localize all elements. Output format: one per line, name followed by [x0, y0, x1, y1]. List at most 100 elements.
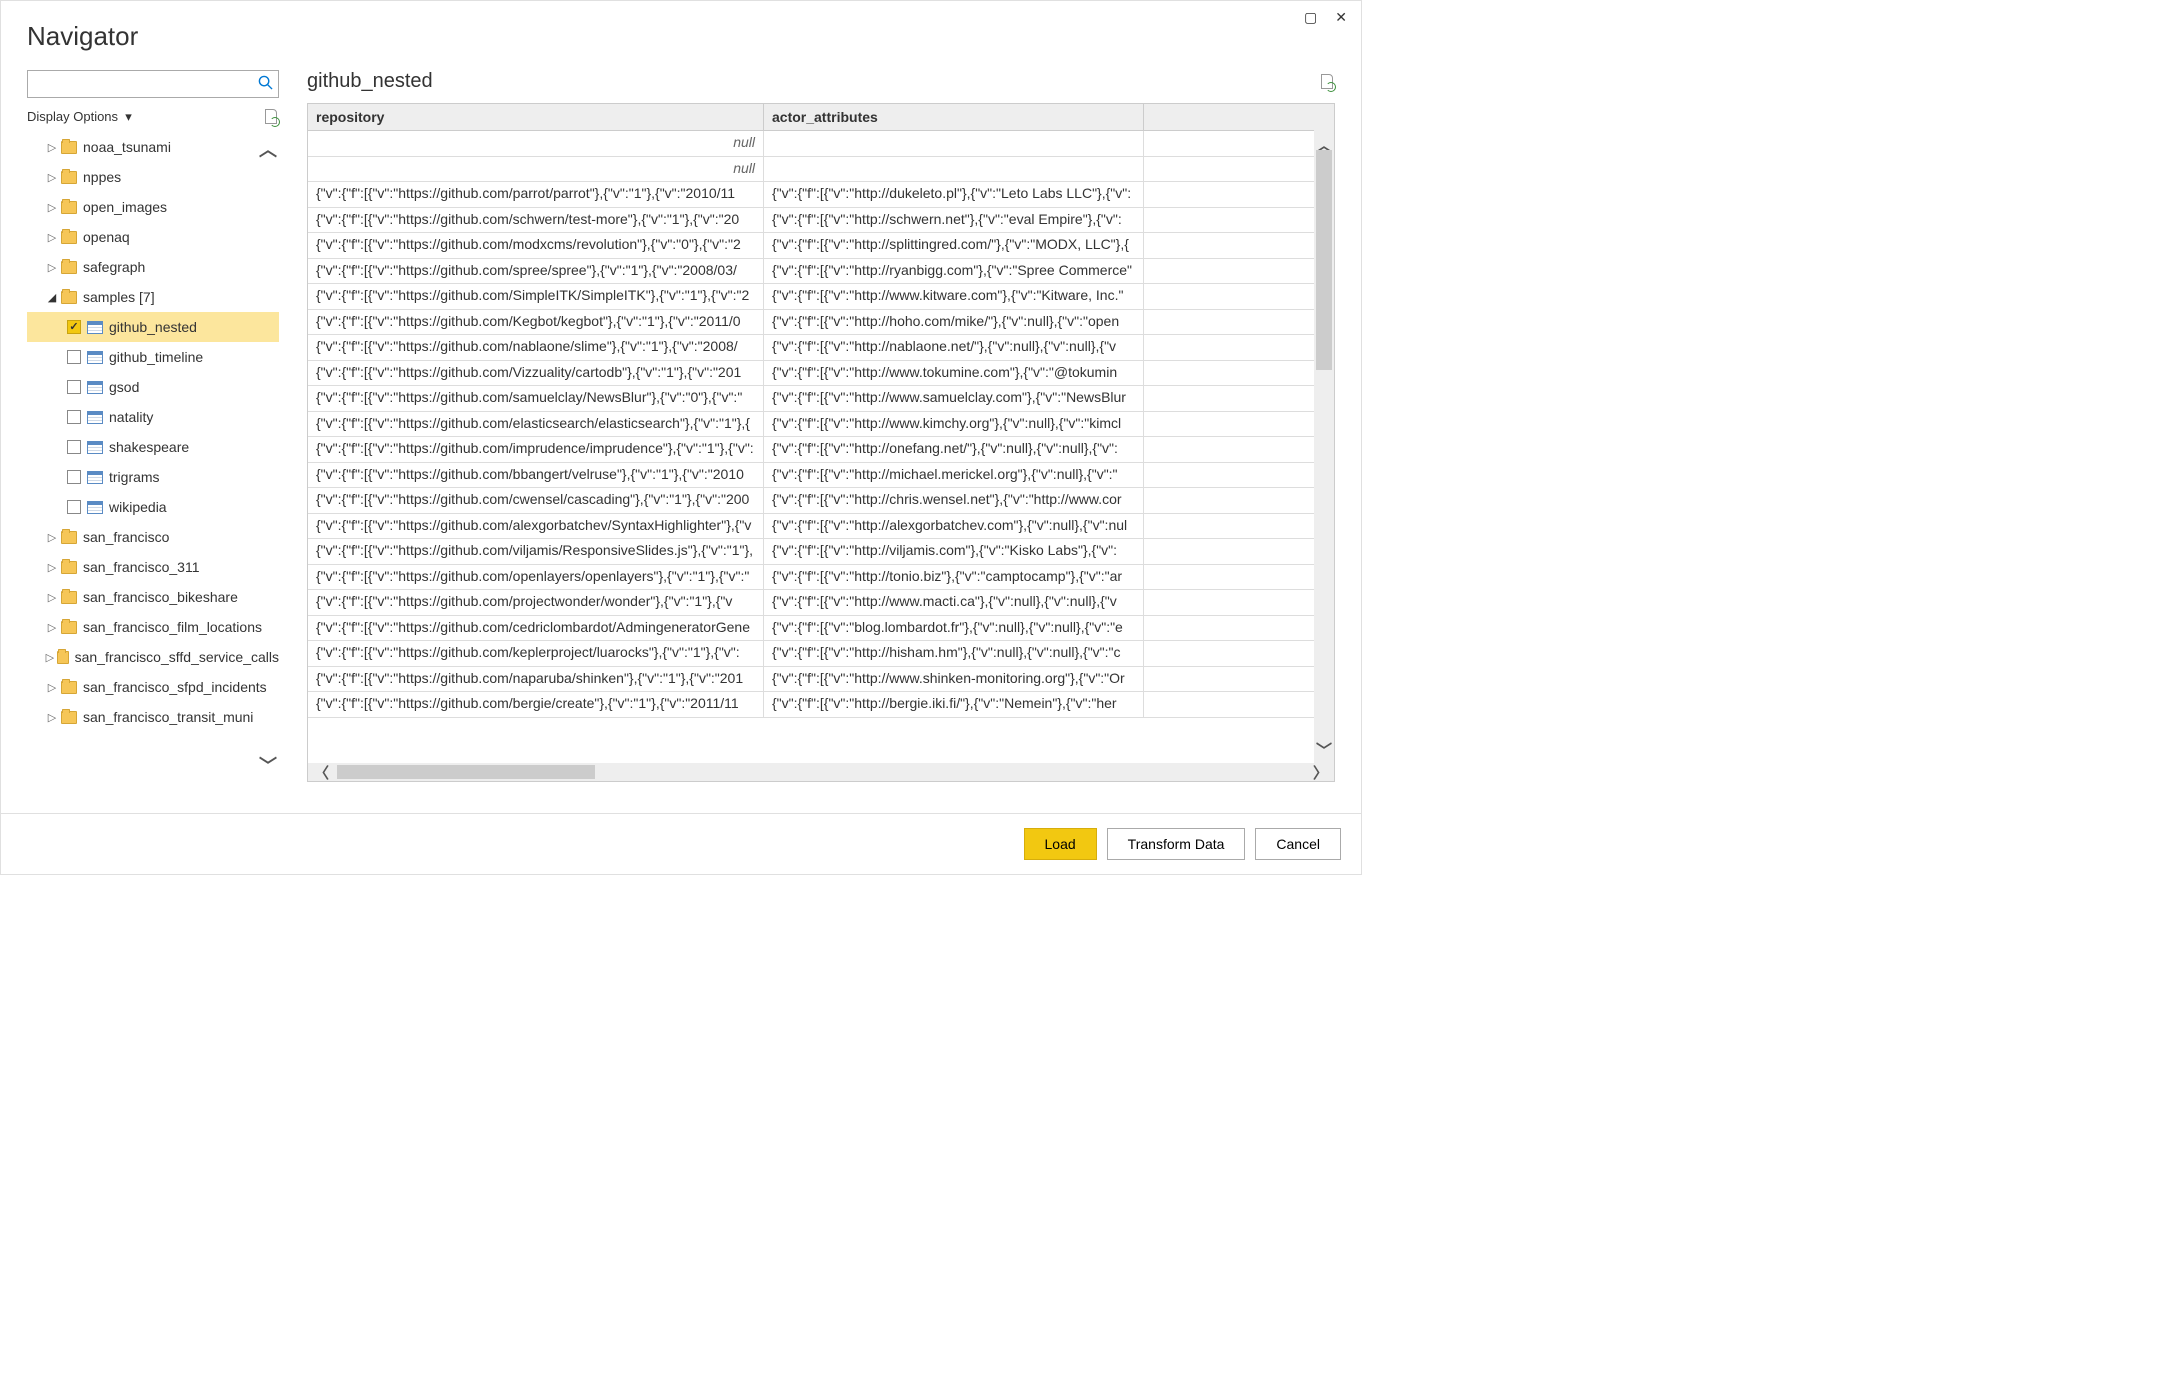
preview-title: github_nested — [307, 70, 433, 93]
folder-safegraph[interactable]: ▷safegraph — [27, 252, 279, 282]
table-github_timeline[interactable]: github_timeline — [27, 342, 279, 372]
search-icon[interactable] — [252, 75, 278, 94]
table-row[interactable]: {"v":{"f":[{"v":"https://github.com/impr… — [308, 437, 1334, 463]
table-row[interactable]: {"v":{"f":[{"v":"https://github.com/proj… — [308, 590, 1334, 616]
grid-cell: {"v":{"f":[{"v":"http://www.kitware.com"… — [764, 284, 1144, 309]
table-row[interactable]: {"v":{"f":[{"v":"https://github.com/modx… — [308, 233, 1334, 259]
folder-san_francisco_sfpd_incidents[interactable]: ▷san_francisco_sfpd_incidents — [27, 672, 279, 702]
grid-cell: {"v":{"f":[{"v":"http://tonio.biz"},{"v"… — [764, 565, 1144, 590]
folder-openaq[interactable]: ▷openaq — [27, 222, 279, 252]
scroll-down-icon[interactable]: ﹀ — [259, 752, 277, 778]
table-row[interactable]: {"v":{"f":[{"v":"https://github.com/spre… — [308, 259, 1334, 285]
refresh-icon[interactable] — [263, 108, 279, 126]
checkbox[interactable] — [67, 380, 81, 394]
grid-cell: {"v":{"f":[{"v":"http://www.kimchy.org"}… — [764, 412, 1144, 437]
close-icon[interactable]: ✕ — [1335, 9, 1347, 26]
folder-open_images[interactable]: ▷open_images — [27, 192, 279, 222]
scroll-up-icon[interactable]: ︿ — [259, 136, 277, 162]
folder-samples [7][interactable]: ◢samples [7] — [27, 282, 279, 312]
table-row[interactable]: {"v":{"f":[{"v":"https://github.com/schw… — [308, 208, 1334, 234]
folder-san_francisco_sffd_service_calls[interactable]: ▷san_francisco_sffd_service_calls — [27, 642, 279, 672]
horizontal-scrollbar[interactable]: 〈〉 — [308, 763, 1334, 781]
table-icon — [87, 471, 103, 484]
table-natality[interactable]: natality — [27, 402, 279, 432]
folder-san_francisco_transit_muni[interactable]: ▷san_francisco_transit_muni — [27, 702, 279, 732]
table-icon — [87, 501, 103, 514]
grid-cell: {"v":{"f":[{"v":"http://michael.merickel… — [764, 463, 1144, 488]
checkbox[interactable] — [67, 500, 81, 514]
column-header[interactable]: actor_attributes — [764, 104, 1144, 130]
table-row[interactable]: {"v":{"f":[{"v":"https://github.com/Simp… — [308, 284, 1334, 310]
folder-san_francisco_film_locations[interactable]: ▷san_francisco_film_locations — [27, 612, 279, 642]
grid-cell: {"v":{"f":[{"v":"http://viljamis.com"},{… — [764, 539, 1144, 564]
table-row[interactable]: {"v":{"f":[{"v":"https://github.com/elas… — [308, 412, 1334, 438]
checkbox[interactable] — [67, 410, 81, 424]
dataset-tree[interactable]: ▷noaa_tsunami▷nppes▷open_images▷openaq▷s… — [27, 132, 279, 782]
checkbox[interactable] — [67, 350, 81, 364]
folder-san_francisco_bikeshare[interactable]: ▷san_francisco_bikeshare — [27, 582, 279, 612]
grid-cell: {"v":{"f":[{"v":"http://schwern.net"},{"… — [764, 208, 1144, 233]
table-row[interactable]: {"v":{"f":[{"v":"https://github.com/parr… — [308, 182, 1334, 208]
table-wikipedia[interactable]: wikipedia — [27, 492, 279, 522]
checkbox[interactable] — [67, 440, 81, 454]
table-row[interactable]: {"v":{"f":[{"v":"https://github.com/berg… — [308, 692, 1334, 718]
preview-panel: github_nested repositoryactor_attributes… — [307, 70, 1335, 782]
folder-san_francisco[interactable]: ▷san_francisco — [27, 522, 279, 552]
transform-data-button[interactable]: Transform Data — [1107, 828, 1246, 860]
table-row[interactable]: {"v":{"f":[{"v":"https://github.com/napa… — [308, 667, 1334, 693]
checkbox[interactable] — [67, 320, 81, 334]
table-row[interactable]: {"v":{"f":[{"v":"https://github.com/cedr… — [308, 616, 1334, 642]
checkbox[interactable] — [67, 470, 81, 484]
folder-noaa_tsunami[interactable]: ▷noaa_tsunami — [27, 132, 279, 162]
grid-cell: {"v":{"f":[{"v":"https://github.com/vilj… — [308, 539, 764, 564]
preview-refresh-icon[interactable] — [1319, 73, 1335, 91]
table-row[interactable]: {"v":{"f":[{"v":"https://github.com/samu… — [308, 386, 1334, 412]
table-icon — [87, 441, 103, 454]
table-gsod[interactable]: gsod — [27, 372, 279, 402]
navigator-tree-panel: Display Options ▾ ︿ ﹀ ▷noaa_tsunami▷nppe… — [27, 70, 279, 782]
grid-cell: {"v":{"f":[{"v":"https://github.com/kepl… — [308, 641, 764, 666]
table-row[interactable]: {"v":{"f":[{"v":"https://github.com/nabl… — [308, 335, 1334, 361]
table-icon — [87, 411, 103, 424]
grid-cell: {"v":{"f":[{"v":"http://www.tokumine.com… — [764, 361, 1144, 386]
grid-cell: {"v":{"f":[{"v":"https://github.com/schw… — [308, 208, 764, 233]
grid-cell: {"v":{"f":[{"v":"http://www.macti.ca"},{… — [764, 590, 1144, 615]
grid-cell: {"v":{"f":[{"v":"http://bergie.iki.fi/"}… — [764, 692, 1144, 717]
table-row[interactable]: {"v":{"f":[{"v":"https://github.com/cwen… — [308, 488, 1334, 514]
table-row[interactable]: {"v":{"f":[{"v":"https://github.com/kepl… — [308, 641, 1334, 667]
vertical-scrollbar[interactable]: ︿﹀ — [1314, 130, 1334, 763]
table-github_nested[interactable]: github_nested — [27, 312, 279, 342]
grid-cell: {"v":{"f":[{"v":"https://github.com/berg… — [308, 692, 764, 717]
load-button[interactable]: Load — [1024, 828, 1097, 860]
table-row[interactable]: {"v":{"f":[{"v":"https://github.com/Vizz… — [308, 361, 1334, 387]
grid-cell — [764, 157, 1144, 182]
grid-cell: {"v":{"f":[{"v":"https://github.com/Simp… — [308, 284, 764, 309]
column-header[interactable]: repository — [308, 104, 764, 130]
table-shakespeare[interactable]: shakespeare — [27, 432, 279, 462]
search-input[interactable] — [28, 77, 252, 92]
table-row[interactable]: {"v":{"f":[{"v":"https://github.com/alex… — [308, 514, 1334, 540]
table-row[interactable]: {"v":{"f":[{"v":"https://github.com/bban… — [308, 463, 1334, 489]
grid-cell: {"v":{"f":[{"v":"http://onefang.net/"},{… — [764, 437, 1144, 462]
grid-cell: null — [308, 131, 764, 156]
table-trigrams[interactable]: trigrams — [27, 462, 279, 492]
search-field[interactable] — [27, 70, 279, 98]
display-options-dropdown[interactable]: Display Options ▾ — [27, 109, 132, 125]
grid-cell: {"v":{"f":[{"v":"http://splittingred.com… — [764, 233, 1144, 258]
table-icon — [87, 321, 103, 334]
table-row[interactable]: {"v":{"f":[{"v":"https://github.com/vilj… — [308, 539, 1334, 565]
maximize-icon[interactable]: ▢ — [1304, 9, 1317, 26]
grid-cell: {"v":{"f":[{"v":"http://hoho.com/mike/"}… — [764, 310, 1144, 335]
preview-grid: repositoryactor_attributes nullnull{"v":… — [307, 103, 1335, 782]
grid-cell: {"v":{"f":[{"v":"https://github.com/napa… — [308, 667, 764, 692]
grid-cell: {"v":{"f":[{"v":"https://github.com/proj… — [308, 590, 764, 615]
folder-nppes[interactable]: ▷nppes — [27, 162, 279, 192]
table-row[interactable]: {"v":{"f":[{"v":"https://github.com/Kegb… — [308, 310, 1334, 336]
grid-cell: {"v":{"f":[{"v":"https://github.com/impr… — [308, 437, 764, 462]
folder-san_francisco_311[interactable]: ▷san_francisco_311 — [27, 552, 279, 582]
grid-cell: {"v":{"f":[{"v":"http://hisham.hm"},{"v"… — [764, 641, 1144, 666]
cancel-button[interactable]: Cancel — [1255, 828, 1341, 860]
table-row[interactable]: {"v":{"f":[{"v":"https://github.com/open… — [308, 565, 1334, 591]
grid-cell: {"v":{"f":[{"v":"http://chris.wensel.net… — [764, 488, 1144, 513]
table-icon — [87, 351, 103, 364]
